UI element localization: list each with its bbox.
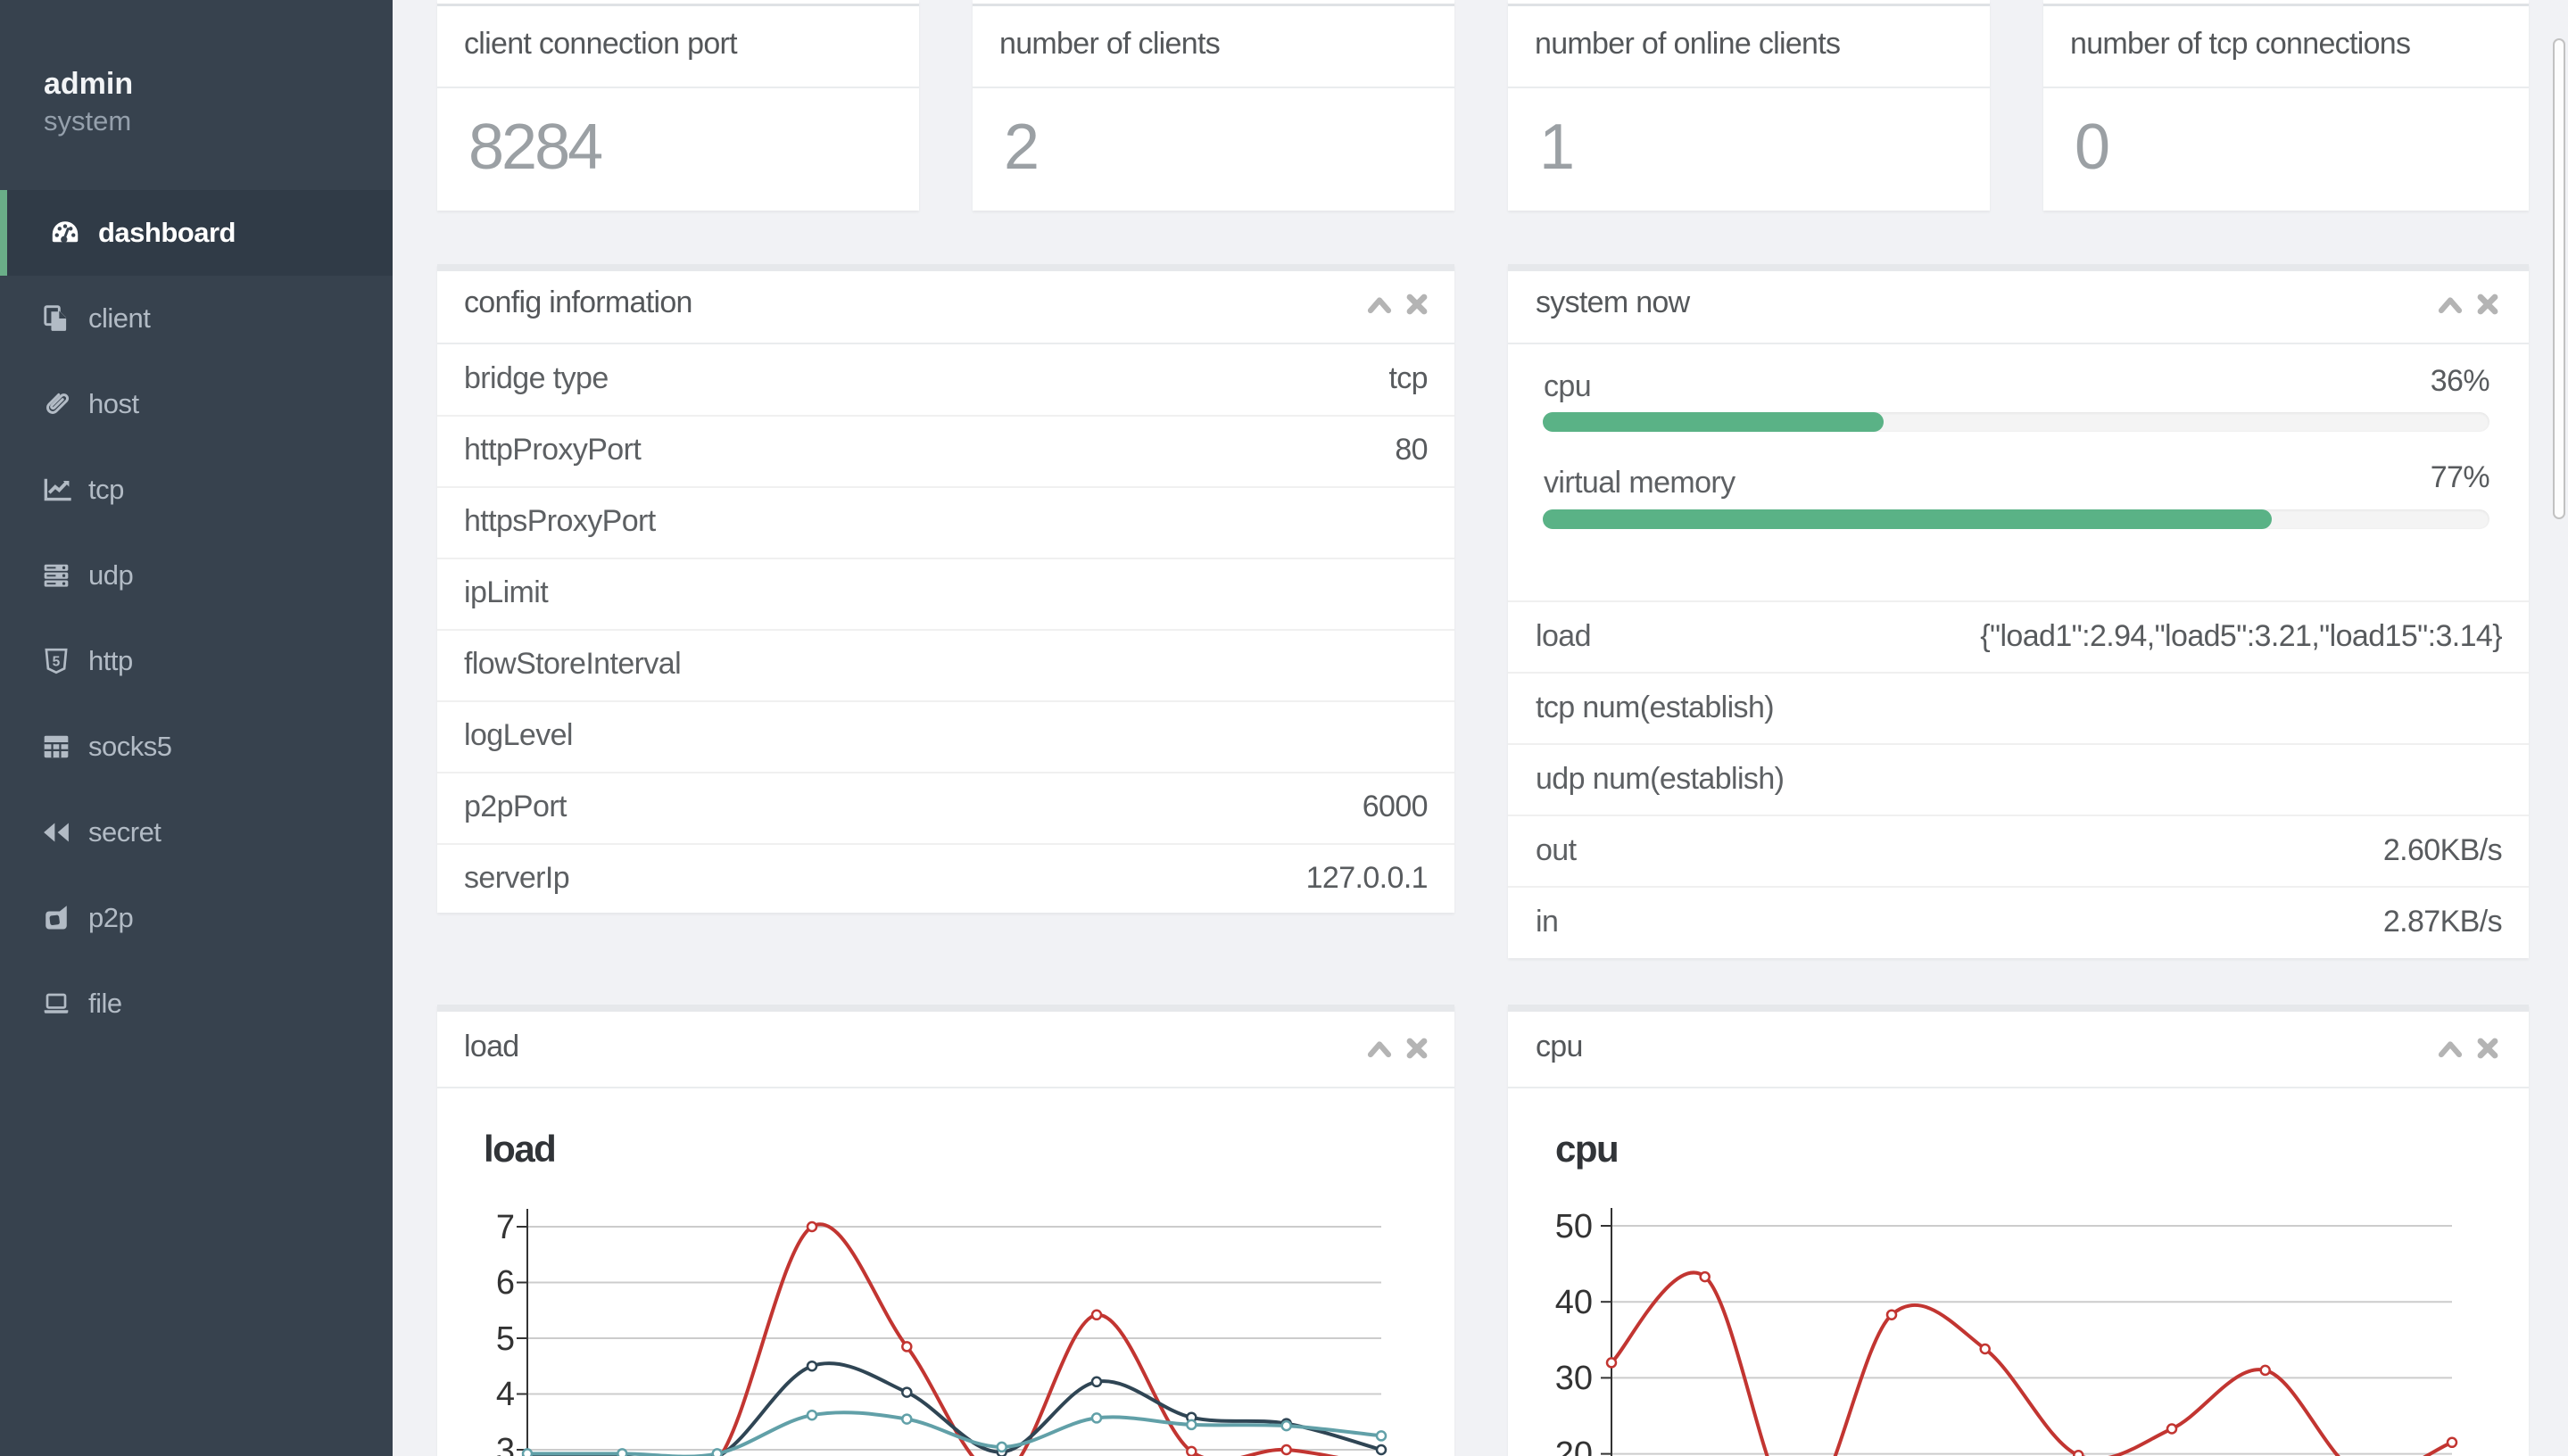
svg-text:20: 20 xyxy=(1555,1435,1593,1456)
svg-text:40: 40 xyxy=(1555,1284,1593,1321)
svg-text:30: 30 xyxy=(1555,1360,1593,1397)
svg-text:50: 50 xyxy=(1555,1208,1593,1245)
